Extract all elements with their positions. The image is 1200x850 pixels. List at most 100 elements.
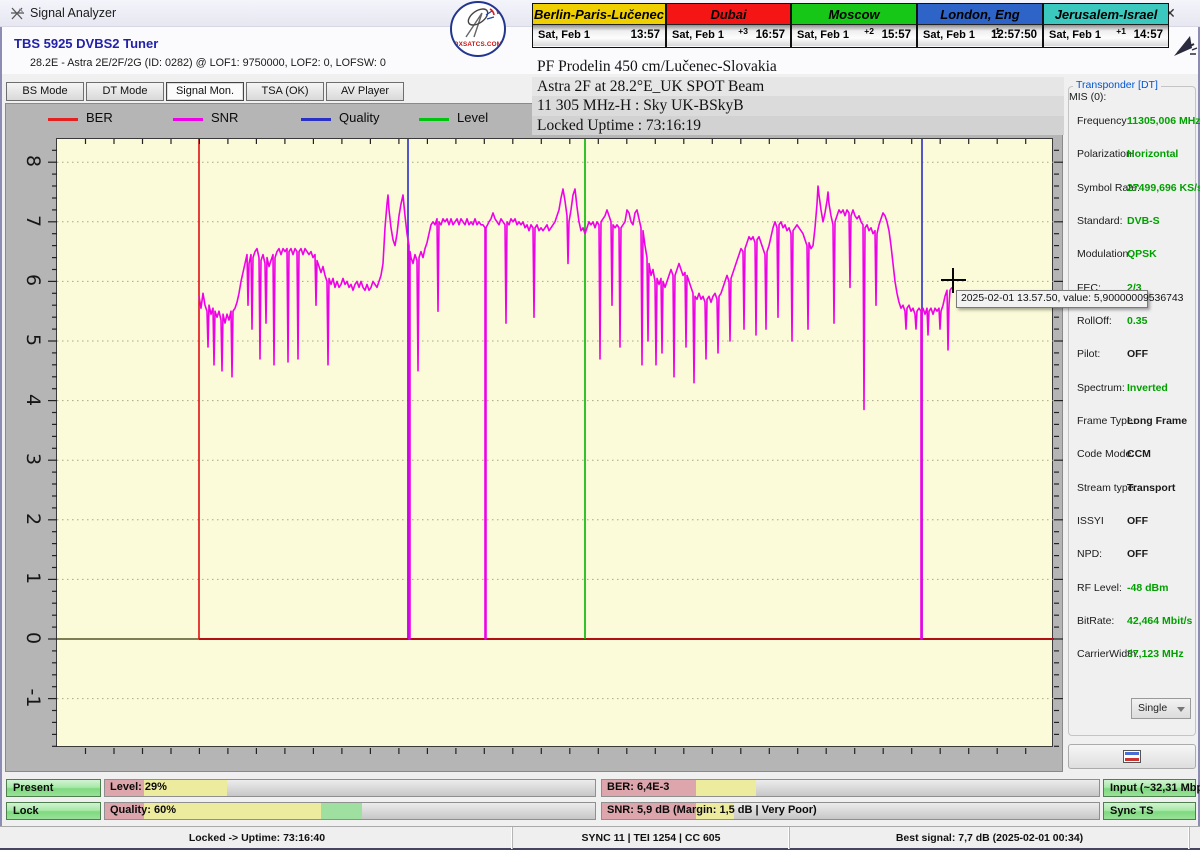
info-line-antenna: PF Prodelin 450 cm/Lučenec-Slovakia [532,57,1064,77]
info-line-satellite: Astra 2F at 28.2°E_UK SPOT Beam [532,77,1064,97]
mis-label: MIS (0): [1069,91,1106,103]
y-axis-label: 6 [22,265,44,295]
signal-chart-panel: BER SNR Quality Level 876543210-1 [5,103,1063,772]
status-bar: Locked -> Uptime: 73:16:40 SYNC 11 | TEI… [0,826,1200,848]
clock-moscow: Moscow Sat, Feb 1 +2 15:57 [791,3,917,48]
clock-time: 16:57 [756,29,785,41]
progress-segment [696,780,756,796]
signal-plot-area[interactable] [56,138,1053,747]
transponder-row-label: Modulation: [1077,248,1131,260]
window-title: Signal Analyzer [30,6,116,20]
clock-time: 13:57 [631,29,660,41]
mode-button-bar: BS Mode DT Mode Signal Mon. TSA (OK) AV … [6,82,404,101]
receiver-info-block: PF Prodelin 450 cm/Lučenec-Slovakia Astr… [532,57,1064,135]
clock-city: Dubai [667,4,790,25]
clock-jerusalem: Jerusalem-Israel Sat, Feb 1 +1 14:57 [1043,3,1169,48]
legend-snr-label: SNR [211,110,238,125]
clock-date: Sat, Feb 1 [923,29,975,41]
input-bitrate-button[interactable]: Input (~32,31 Mbps) [1103,779,1196,797]
transponder-row-label: Frequency: [1077,115,1130,127]
info-line-uptime: Locked Uptime : 73:16:19 [532,116,1064,136]
av-player-button[interactable]: AV Player [326,82,404,101]
sidebar-tool-button[interactable] [1068,744,1196,769]
transponder-row-label: NPD: [1077,548,1102,560]
transponder-row-label: ISSYI [1077,515,1104,527]
app-satellite-icon [9,5,26,22]
clock-berlin: Berlin-Paris-Lučenec Sat, Feb 1 13:57 [532,3,666,48]
clock-time-row: Sat, Feb 1 +1 14:57 [1044,25,1168,46]
world-clocks: Berlin-Paris-Lučenec Sat, Feb 1 13:57 Du… [532,3,1169,48]
crosshair-cursor-icon [952,268,954,293]
bs-mode-button[interactable]: BS Mode [6,82,84,101]
info-line-frequency: 11 305 MHz-H : Sky UK-BSkyB [532,96,1064,116]
dt-mode-button[interactable]: DT Mode [86,82,164,101]
transponder-title: Transponder [DT] [1073,79,1161,91]
clock-london: London, Eng Sat, Feb 1 -1 12:57:50 [917,3,1043,48]
transponder-row-label: Spectrum: [1077,382,1125,394]
clock-date: Sat, Feb 1 [538,29,590,41]
snr-progressbar: SNR: 5,9 dB (Margin: 1,5 dB | Very Poor) [601,802,1100,820]
transponder-row-value: DVB-S [1127,215,1160,227]
transponder-row-value: 27499,696 KS/s [1127,182,1200,194]
transponder-row-label: RollOff: [1077,315,1112,327]
transponder-row-label: Pilot: [1077,348,1100,360]
satellite-dish-icon [452,3,504,43]
transponder-row-value: 0.35 [1127,315,1147,327]
transponder-row-label: BitRate: [1077,615,1114,627]
clock-utc-offset: +1 [1116,26,1126,36]
tuner-subtitle: 28.2E - Astra 2E/2F/2G (ID: 0282) @ LOF1… [30,57,386,69]
snr-trace-svg [57,139,1054,748]
transponder-row-value: QPSK [1127,248,1157,260]
statusbar-uptime: Locked -> Uptime: 73:16:40 [2,827,513,849]
transponder-row-value: 11305,006 MHz [1127,115,1200,127]
statusbar-sync-counters: SYNC 11 | TEI 1254 | CC 605 [513,827,790,849]
legend-ber-label: BER [86,110,113,125]
y-axis-label: 8 [22,146,44,176]
clock-utc-offset: +3 [738,26,748,36]
clock-date: Sat, Feb 1 [672,29,724,41]
ber-progressbar: BER: 6,4E-3 [601,779,1100,797]
y-axis-label: 5 [22,325,44,355]
transponder-row-value: 42,464 Mbit/s [1127,615,1192,627]
transponder-row-label: Code Mode: [1077,448,1134,460]
transponder-row-label: Standard: [1077,215,1123,227]
signal-analyzer-window: { "window": { "title": "Signal Analyzer"… [0,0,1200,850]
clock-time-row: Sat, Feb 1 +3 16:57 [667,25,790,46]
transponder-row-label: RF Level: [1077,582,1122,594]
clock-date: Sat, Feb 1 [1049,29,1101,41]
window-border-left [0,27,2,848]
transponder-row-value: OFF [1127,548,1148,560]
transponder-row-value: -48 dBm [1127,582,1168,594]
transponder-row-value: Inverted [1127,382,1168,394]
clock-time: 12:57:50 [991,29,1037,41]
clock-date: Sat, Feb 1 [797,29,849,41]
mis-dropdown[interactable]: Single [1131,698,1191,719]
level-label: Level: 29% [110,781,167,793]
y-axis-label: 2 [22,504,44,534]
clock-city: Moscow [792,4,916,25]
clock-time-row: Sat, Feb 1 +2 15:57 [792,25,916,46]
legend-quality-line [301,118,331,121]
sync-ts-button[interactable]: Sync TS [1103,802,1196,820]
y-axis-label: -1 [22,683,44,713]
transponder-row-value: Long Frame [1127,415,1187,427]
level-progressbar: Level: 29% [104,779,596,797]
tuner-title: TBS 5925 DVBS2 Tuner [14,36,158,51]
legend-ber-line [48,118,78,121]
lock-indicator[interactable]: Lock [6,802,101,820]
clock-time: 15:57 [882,29,911,41]
tsa-button[interactable]: TSA (OK) [246,82,324,101]
stream-window-icon [1123,750,1141,763]
y-axis-label: 4 [22,385,44,415]
clock-dubai: Dubai Sat, Feb 1 +3 16:57 [666,3,791,48]
statusbar-best-signal: Best signal: 7,7 dB (2025-02-01 00:34) [790,827,1190,849]
y-axis-label: 0 [22,623,44,653]
present-indicator[interactable]: Present [6,779,101,797]
clock-time-row: Sat, Feb 1 -1 12:57:50 [918,25,1042,46]
legend-level-line [419,118,449,121]
signal-mon-button[interactable]: Signal Mon. [166,82,244,101]
transponder-groupbox: Frequency:11305,006 MHzPolarization:Hori… [1068,86,1196,736]
quality-progressbar: Quality: 60% [104,802,596,820]
transponder-row-value: Horizontal [1127,148,1178,160]
transponder-row-value: OFF [1127,515,1148,527]
